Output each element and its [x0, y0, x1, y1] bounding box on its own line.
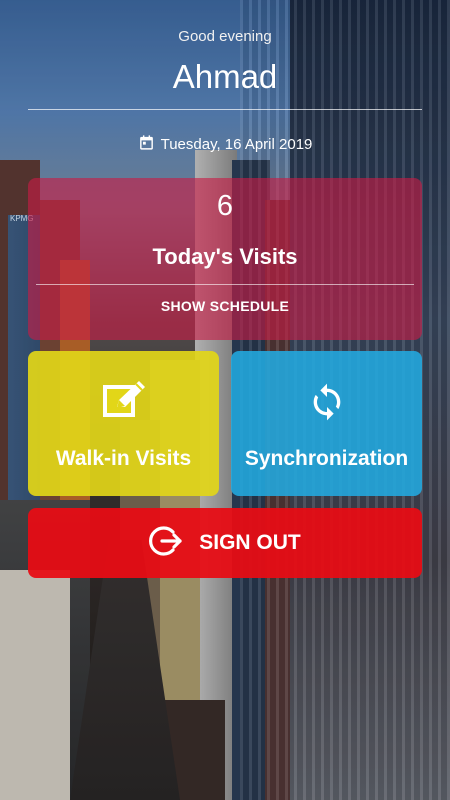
edit-icon — [101, 379, 147, 426]
visits-count: 6 — [216, 190, 234, 222]
synchronization-label: Synchronization — [244, 447, 409, 470]
sync-icon — [307, 379, 347, 430]
visits-label: Today's Visits — [152, 244, 298, 269]
walk-in-visits-button[interactable]: Walk-in Visits — [28, 351, 219, 496]
calendar-icon — [138, 134, 155, 155]
date-row: Tuesday, 16 April 2019 — [0, 134, 450, 155]
greeting-text: Good evening — [178, 28, 272, 45]
sign-out-label: SIGN OUT — [199, 531, 301, 554]
logout-icon — [149, 524, 183, 563]
sign-out-button[interactable]: SIGN OUT — [28, 508, 422, 578]
username: Ahmad — [172, 58, 278, 95]
walk-in-visits-label: Walk-in Visits — [55, 447, 192, 470]
date-text: Tuesday, 16 April 2019 — [160, 136, 313, 153]
card-divider — [36, 284, 414, 285]
header-divider — [28, 109, 422, 110]
todays-visits-card[interactable]: 6 Today's Visits SHOW SCHEDULE — [28, 178, 422, 340]
synchronization-button[interactable]: Synchronization — [231, 351, 422, 496]
show-schedule-button[interactable]: SHOW SCHEDULE — [28, 298, 422, 314]
